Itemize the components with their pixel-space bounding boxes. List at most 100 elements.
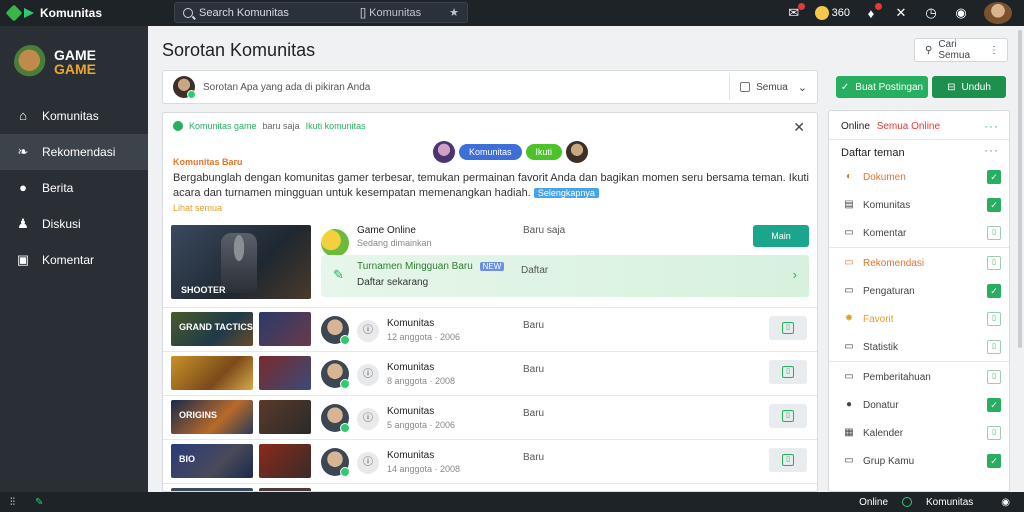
logo-line1: GAME [54, 47, 96, 63]
checkbox[interactable]: ▯ [987, 312, 1001, 326]
settings-icon[interactable]: ◉ [952, 4, 970, 22]
list-item[interactable]: ▭ Statistik ▯ [829, 333, 1009, 361]
checkbox[interactable]: ▯ [987, 226, 1001, 240]
clock-icon[interactable]: ◷ [922, 4, 940, 22]
table-row[interactable]: GRAND TACTICS ⓘ Komunitas 12 anggota · 2… [163, 307, 817, 351]
table-row[interactable]: BIO ⓘ Komunitas 14 anggota · 2008 Baru ▯ [163, 439, 817, 483]
chevron-down-icon[interactable]: ⌄ [798, 81, 807, 94]
row-action-button[interactable]: ▯ [769, 404, 807, 428]
promo-sub: Daftar sekarang [357, 277, 429, 288]
row-avatar [321, 316, 350, 345]
row-action-button[interactable]: ▯ [769, 316, 807, 340]
table-row[interactable] [163, 483, 817, 491]
community-avatar [433, 141, 455, 163]
user-avatar[interactable] [984, 2, 1012, 24]
pin-icon[interactable]: ✎ [35, 497, 43, 508]
desc-text: Bergabunglah dengan komunitas gamer terb… [173, 171, 809, 201]
list-item[interactable]: ▭ Rekomendasi ▯ [829, 249, 1009, 277]
checkbox[interactable]: ✓ [987, 170, 1001, 184]
table-row[interactable]: ⓘ Komunitas 8 anggota · 2008 Baru ▯ [163, 351, 817, 395]
sidebar-item-komunitas[interactable]: ⌂ Komunitas [0, 98, 148, 134]
layout-icon[interactable]: ⫶⫶ [10, 497, 15, 508]
desc-link[interactable]: Selengkapnya [533, 188, 599, 198]
chevron-right-icon[interactable]: › [793, 267, 797, 282]
list-item[interactable]: ▤ Komunitas ✓ [829, 191, 1009, 219]
more-icon[interactable]: ··· [984, 143, 999, 157]
row-sub: 12 anggota · 2006 [387, 332, 461, 342]
users-icon: ♟ [17, 216, 29, 231]
see-all-link[interactable]: Lihat semua [173, 203, 222, 213]
community-card: Komunitas game baru saja Ikuti komunitas… [162, 112, 818, 492]
more-green-icon[interactable]: ··· [984, 119, 999, 133]
star-icon[interactable]: ★ [449, 6, 459, 19]
play-button[interactable]: Main [753, 225, 809, 247]
rp-head-b[interactable]: Semua Online [877, 121, 940, 132]
row-action-button[interactable]: ▯ [769, 360, 807, 384]
row-avatar [321, 404, 350, 433]
notification-icon[interactable]: ✉ [785, 3, 805, 22]
checkbox[interactable]: ✓ [987, 454, 1001, 468]
sidebar-item-label: Komentar [42, 253, 95, 267]
list-item[interactable]: ▭ Pemberitahuan ▯ [829, 363, 1009, 391]
checkbox[interactable]: ✓ [987, 198, 1001, 212]
feature-name[interactable]: Game Online [357, 225, 416, 236]
feature-mid: Baru saja [523, 225, 566, 236]
sidebar-item-rekomendasi[interactable]: ❧ Rekomendasi [0, 134, 148, 170]
post-composer[interactable]: Sorotan Apa yang ada di pikiran Anda Sem… [162, 70, 818, 104]
search-placeholder: Search Komunitas [199, 6, 289, 19]
promo-banner[interactable]: ✎ Turnamen Mingguan Baru NEW Daftar seka… [321, 255, 809, 297]
top-search-input[interactable]: Search Komunitas [] Komunitas ★ [174, 2, 468, 23]
download-button[interactable]: ⊟ Unduh [932, 76, 1006, 98]
row-thumbnail [171, 356, 253, 390]
info-icon[interactable]: ⓘ [357, 408, 379, 430]
game-logo[interactable]: GAME GAME [0, 26, 148, 98]
checkbox[interactable]: ▯ [987, 426, 1001, 440]
list-item[interactable]: ▭ Komentar ▯ [829, 219, 1009, 247]
bottom-status-b[interactable]: Komunitas [902, 497, 987, 508]
scrollbar[interactable] [1018, 30, 1022, 348]
share-icon[interactable]: ✕ [892, 4, 910, 22]
info-icon[interactable]: ⓘ [357, 364, 379, 386]
composer-input[interactable]: Sorotan Apa yang ada di pikiran Anda [203, 82, 729, 93]
user-search-icon: ⚲ [925, 44, 933, 56]
brand[interactable]: Komunitas [0, 4, 170, 22]
chart-icon: ▭ [844, 341, 854, 352]
close-icon[interactable]: ✕ [793, 119, 805, 136]
chat-icon[interactable]: ◉ [1001, 497, 1010, 508]
row-action-button[interactable]: ▯ [769, 448, 807, 472]
list-item[interactable]: ● Donatur ✓ [829, 391, 1009, 419]
checkbox[interactable]: ▯ [987, 256, 1001, 270]
table-row[interactable]: ORIGINS ⓘ Komunitas 5 anggota · 2006 Bar… [163, 395, 817, 439]
promo-mid: Daftar [521, 265, 549, 276]
checkbox[interactable]: ▯ [987, 370, 1001, 384]
list-item-label: Statistik [863, 341, 899, 353]
info-icon[interactable]: ⓘ [357, 320, 379, 342]
composer-select[interactable]: Semua [756, 82, 788, 93]
feature-thumbnail[interactable]: SHOOTER [171, 225, 311, 299]
square-icon: ▯ [782, 366, 794, 378]
list-item[interactable]: ▭ Grup Kamu ✓ [829, 447, 1009, 475]
info-icon[interactable]: ⓘ [357, 452, 379, 474]
checkbox[interactable]: ✓ [987, 284, 1001, 298]
composer-checkbox[interactable] [740, 82, 751, 92]
sidebar-item-komentar[interactable]: ▣ Komentar [0, 242, 148, 278]
rp-head-a: Online [841, 121, 870, 132]
sidebar-item-berita[interactable]: ● Berita [0, 170, 148, 206]
list-item[interactable]: ◐ Dokumen ✓ [829, 163, 1009, 191]
list-item[interactable]: ▦ Kalender ▯ [829, 419, 1009, 447]
square-icon: ▯ [782, 322, 794, 334]
checkbox[interactable]: ✓ [987, 398, 1001, 412]
create-post-button[interactable]: ✓ Buat Postingan [836, 76, 928, 98]
sidebar-item-diskusi[interactable]: ♟ Diskusi [0, 206, 148, 242]
coin-balance[interactable]: 360 [814, 6, 850, 20]
community-pill[interactable]: Komunitas [459, 144, 522, 160]
card-head-link[interactable]: Ikuti komunitas [306, 121, 366, 131]
checkbox[interactable]: ▯ [987, 340, 1001, 354]
list-item[interactable]: ▭ Pengaturan ✓ [829, 277, 1009, 305]
page-search-button[interactable]: ⚲ Cari Semua ⋮ [914, 38, 1008, 62]
row-mid: Baru [523, 408, 545, 419]
follow-pill[interactable]: Ikuti [525, 144, 563, 160]
list-item[interactable]: ✸ Favorit ▯ [829, 305, 1009, 333]
alert-icon[interactable]: ♦ [862, 3, 882, 22]
row-thumbnail: BIO [171, 444, 253, 478]
